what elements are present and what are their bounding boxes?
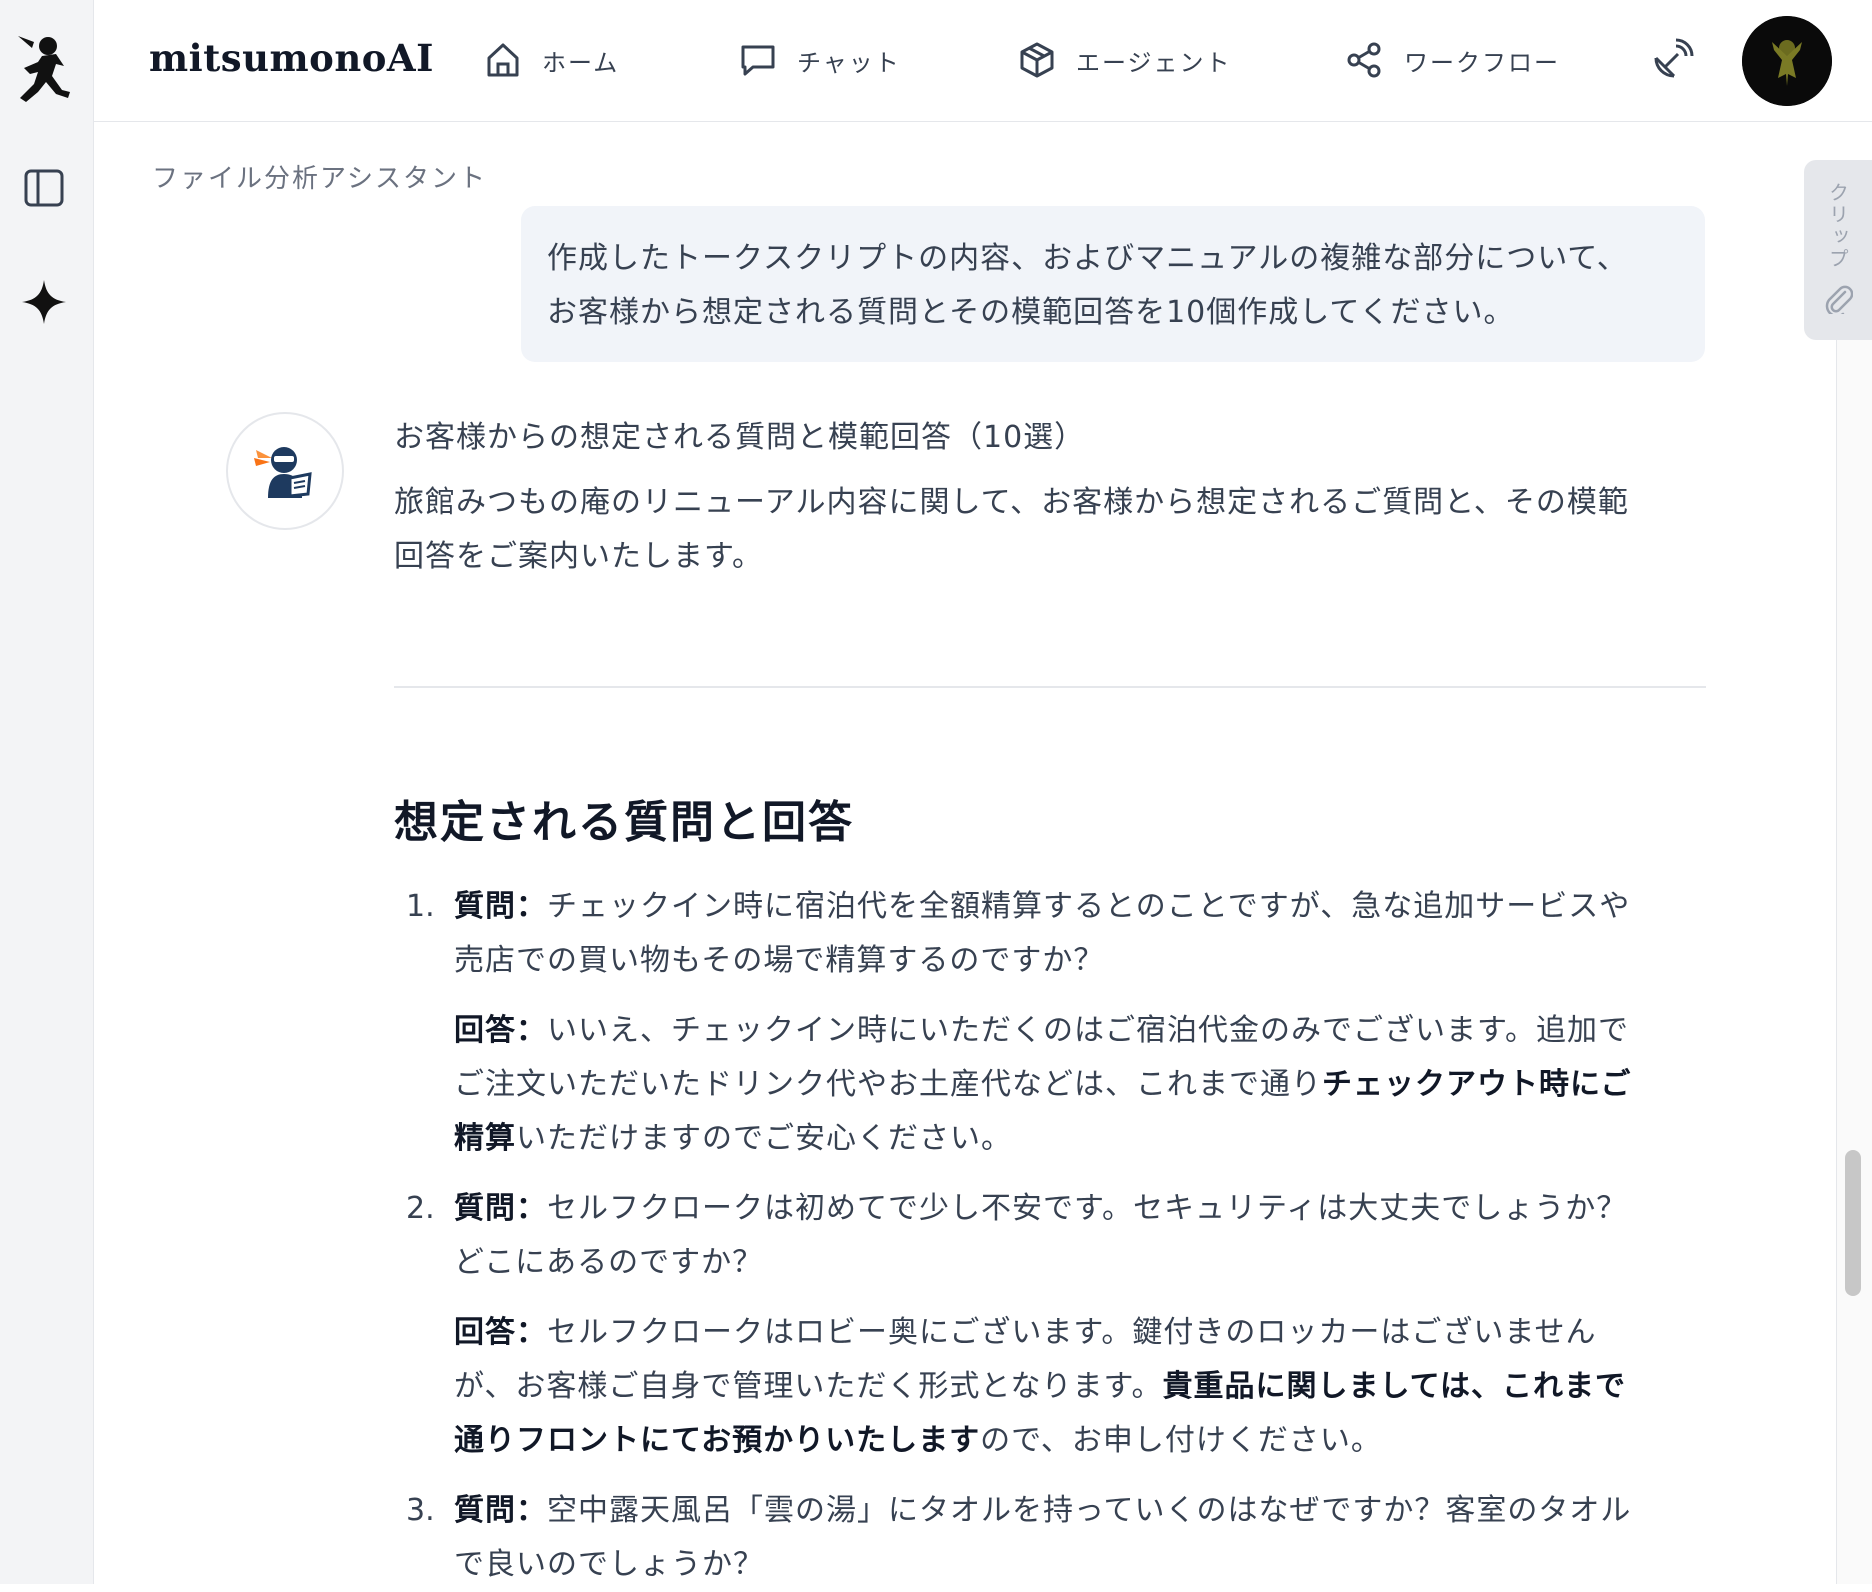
nav-home-label: ホーム xyxy=(542,48,620,77)
answer-intro-line: 回答をご案内いたします。 xyxy=(394,539,763,574)
list-item: 2. 質問：セルフクロークは初めてで少し不安です。セキュリティは大丈夫でしょうか… xyxy=(394,1182,1706,1468)
question: 質問：チェックイン時に宿泊代を全額精算するとのことですが、急な追加サービスや 売… xyxy=(454,880,1706,988)
brand-title[interactable]: mitsumonoAI xyxy=(149,36,434,80)
assistant-message: お客様からの想定される質問と模範回答（10選） 旅館みつもの庵のリニューアル内容… xyxy=(394,412,1706,584)
question-text: チェックイン時に宿泊代を全額精算するとのことですが、急な追加サービスや xyxy=(547,889,1631,924)
share-nodes-icon xyxy=(1347,42,1381,78)
answer-emphasis: 通りフロントにてお預かりいたします xyxy=(454,1423,981,1458)
paperclip-icon xyxy=(1825,285,1853,314)
answer-emphasis: 貴重品に関しましては、これまで xyxy=(1162,1369,1626,1404)
scrollbar-track[interactable] xyxy=(1836,340,1872,1584)
user-avatar[interactable] xyxy=(1742,16,1832,106)
nav-home[interactable]: ホーム xyxy=(484,40,619,80)
user-message-line: 作成したトークスクリプトの内容、およびマニュアルの複雑な部分について、 xyxy=(547,241,1628,276)
ninja-logo-icon[interactable] xyxy=(12,32,76,108)
question-label: 質問： xyxy=(454,1191,547,1226)
chat-bubble-icon xyxy=(741,45,775,76)
scrollbar-thumb[interactable] xyxy=(1845,1150,1861,1296)
answer-title: お客様からの想定される質問と模範回答（10選） xyxy=(394,420,1086,455)
answer-emphasis: 精算 xyxy=(454,1121,516,1156)
question-text: どこにあるのですか？ xyxy=(454,1245,764,1280)
answer-text: いただけますのでご安心ください。 xyxy=(516,1121,1012,1156)
answer-intro: 旅館みつもの庵のリニューアル内容に関して、お客様から想定されるご質問と、その模範… xyxy=(394,476,1706,584)
sparkle-icon[interactable] xyxy=(20,278,68,326)
question: 質問：セルフクロークは初めてで少し不安です。セキュリティは大丈夫でしょうか？ ど… xyxy=(454,1182,1706,1290)
question-text: セルフクロークは初めてで少し不安です。セキュリティは大丈夫でしょうか？ xyxy=(547,1191,1628,1226)
answer-text: が、お客様ご自身で管理いただく形式となります。 xyxy=(454,1369,1163,1404)
nav-agent[interactable]: エージェント xyxy=(1018,40,1232,80)
list-number: 2. xyxy=(406,1191,435,1226)
answer-text: ご注文いただいたドリンク代やお土産代などは、これまで通り xyxy=(454,1067,1322,1102)
question-text: 売店での買い物もその場で精算するのですか？ xyxy=(454,943,1105,978)
nav-agent-label: エージェント xyxy=(1076,48,1232,77)
answer-intro-line: 旅館みつもの庵のリニューアル内容に関して、お客様から想定されるご質問と、その模範 xyxy=(394,485,1629,520)
left-rail xyxy=(0,0,94,1584)
nav-workflow-label: ワークフロー xyxy=(1404,48,1560,77)
answer: 回答：セルフクロークはロビー奥にございます。鍵付きのロッカーはございません が、… xyxy=(454,1306,1706,1468)
divider xyxy=(394,686,1706,688)
question: 質問：空中露天風呂「雲の湯」にタオルを持っていくのはなぜですか？客室のタオル で… xyxy=(454,1484,1706,1592)
cube-icon xyxy=(1020,42,1054,78)
answer-label: 回答： xyxy=(454,1315,547,1350)
nav-chat[interactable]: チャット xyxy=(739,40,901,80)
clip-tab[interactable]: クリップ xyxy=(1804,160,1872,340)
nav-chat-label: チャット xyxy=(797,48,901,77)
answer-label: 回答： xyxy=(454,1013,547,1048)
answer: 回答：いいえ、チェックイン時にいただくのはご宿泊代金のみでございます。追加で ご… xyxy=(454,1004,1706,1166)
answer-text: セルフクロークはロビー奥にございます。鍵付きのロッカーはございません xyxy=(547,1315,1597,1350)
question-label: 質問： xyxy=(454,889,547,924)
answer-text: ので、お申し付けください。 xyxy=(980,1423,1382,1458)
list-item: 3. 質問：空中露天風呂「雲の湯」にタオルを持っていくのはなぜですか？客室のタオ… xyxy=(394,1484,1706,1592)
sidebar-toggle-icon[interactable] xyxy=(20,164,68,212)
nav-workflow[interactable]: ワークフロー xyxy=(1346,40,1560,80)
user-message-line: お客様から想定される質問とその模範回答を10個作成してください。 xyxy=(547,295,1515,330)
breadcrumb[interactable]: ファイル分析アシスタント xyxy=(152,158,487,195)
section-heading: 想定される質問と回答 xyxy=(394,797,854,848)
answer-emphasis: チェックアウト時にご xyxy=(1322,1067,1632,1102)
assistant-avatar xyxy=(226,412,344,530)
question-text: 空中露天風呂「雲の湯」にタオルを持っていくのはなぜですか？客室のタオル xyxy=(547,1493,1632,1528)
top-header: mitsumonoAI ホーム チャット エージェント ワークフロー xyxy=(94,0,1872,122)
satellite-dish-icon[interactable] xyxy=(1648,38,1694,84)
answer-text: いいえ、チェックイン時にいただくのはご宿泊代金のみでございます。追加で xyxy=(547,1013,1629,1048)
home-icon xyxy=(487,43,519,77)
ninja-mascot-icon xyxy=(254,447,312,498)
question-label: 質問： xyxy=(454,1493,547,1528)
clip-label: クリップ xyxy=(1825,182,1850,270)
user-message-bubble: 作成したトークスクリプトの内容、およびマニュアルの複雑な部分について、 お客様か… xyxy=(521,206,1705,362)
qa-list: 1. 質問：チェックイン時に宿泊代を全額精算するとのことですが、急な追加サービス… xyxy=(394,880,1706,1592)
list-number: 1. xyxy=(406,889,435,924)
list-number: 3. xyxy=(406,1493,435,1528)
list-item: 1. 質問：チェックイン時に宿泊代を全額精算するとのことですが、急な追加サービス… xyxy=(394,880,1706,1166)
